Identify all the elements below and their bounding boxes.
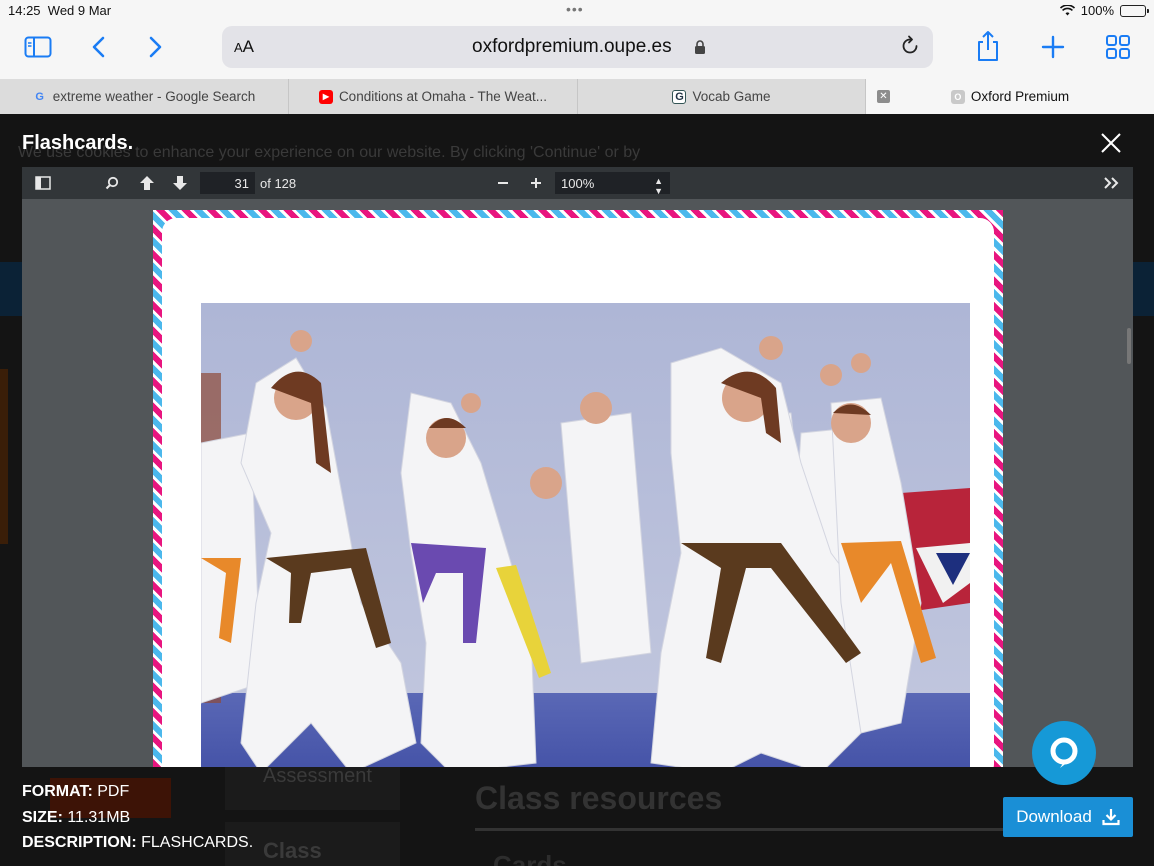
page-number-input[interactable]: 31	[200, 172, 255, 194]
size-info: SIZE: 11.31MB	[22, 809, 130, 827]
status-bar: 14:25 Wed 9 Mar ••• 100%	[0, 0, 1154, 22]
tab-title: Vocab Game	[692, 89, 771, 104]
address-bar[interactable]: AA oxfordpremium.oupe.es	[222, 26, 933, 68]
tab-title: Oxford Premium	[970, 89, 1070, 104]
bg-orange-bar	[0, 369, 8, 544]
google-icon: G	[35, 90, 44, 103]
sidebar-panel-icon[interactable]	[35, 167, 51, 199]
tab-vocab-game[interactable]: G Vocab Game	[578, 79, 866, 114]
battery-icon	[1120, 4, 1149, 17]
flashcard-page	[153, 210, 1003, 767]
browser-toolbar: AA oxfordpremium.oupe.es	[0, 22, 1154, 79]
zoom-select[interactable]: 100% ▲ ▼	[555, 172, 670, 196]
bg-sidebar-item-2: Class	[263, 838, 322, 863]
description-value: FLASHCARDS.	[141, 834, 254, 851]
bg-subheading: Cards	[493, 850, 567, 866]
battery-percent: 100%	[1080, 3, 1114, 18]
tab-title: Conditions at Omaha - The Weat...	[338, 89, 548, 104]
scrollbar[interactable]	[1127, 328, 1131, 364]
download-icon	[1102, 809, 1120, 826]
format-label: FORMAT:	[22, 783, 93, 800]
lock-icon	[694, 40, 706, 59]
previous-page-icon[interactable]	[139, 167, 155, 199]
modal-title: Flashcards.	[22, 132, 134, 154]
reader-options-button[interactable]: AA	[234, 37, 254, 57]
pdf-toolbar: 31 of 128 100% ▲ ▼	[22, 167, 1133, 199]
karate-photo	[201, 303, 970, 767]
download-button[interactable]: Download	[1003, 797, 1133, 837]
download-label: Download	[1016, 807, 1092, 826]
tab-overview-icon[interactable]	[1105, 34, 1131, 60]
multitasking-dots[interactable]: •••	[566, 1, 584, 17]
close-modal-icon[interactable]	[1100, 132, 1122, 159]
back-icon[interactable]	[90, 35, 106, 59]
forward-icon[interactable]	[148, 35, 164, 59]
size-label: SIZE:	[22, 809, 63, 826]
page-count: of 128	[260, 176, 297, 191]
description-info: DESCRIPTION: FLASHCARDS.	[22, 834, 253, 852]
format-info: FORMAT: PDF	[22, 783, 129, 801]
zoom-out-icon[interactable]	[497, 167, 509, 199]
wifi-icon	[1059, 5, 1075, 16]
search-icon[interactable]	[105, 167, 119, 199]
url-text[interactable]: oxfordpremium.oupe.es	[472, 36, 672, 58]
bg-heading: Class resources	[475, 780, 723, 816]
description-label: DESCRIPTION:	[22, 834, 137, 851]
oxford-icon: O	[950, 89, 965, 104]
bg-heading-underline	[475, 828, 1035, 831]
zoom-value: 100%	[561, 176, 595, 191]
sidebar-toggle-icon[interactable]	[24, 35, 52, 59]
chat-icon	[1050, 737, 1078, 768]
reload-icon[interactable]	[899, 35, 921, 62]
youtube-icon: ▶	[318, 89, 333, 104]
tab-bar: G extreme weather - Google Search ▶ Cond…	[0, 79, 1154, 114]
status-time: 14:25 Wed 9 Mar	[8, 3, 112, 18]
tab-conditions-omaha[interactable]: ▶ Conditions at Omaha - The Weat...	[289, 79, 578, 114]
close-tab-icon[interactable]: ✕	[877, 90, 890, 103]
tab-title: extreme weather - Google Search	[52, 89, 256, 104]
status-right: 100%	[1059, 3, 1149, 18]
vocab-game-icon: G	[672, 89, 687, 104]
share-icon[interactable]	[975, 30, 1001, 62]
chevron-updown-icon: ▲ ▼	[654, 176, 663, 196]
zoom-in-icon[interactable]	[530, 167, 542, 199]
format-value: PDF	[97, 783, 130, 800]
flashcard	[162, 218, 994, 767]
tab-extreme-weather[interactable]: G extreme weather - Google Search	[0, 79, 289, 114]
size-value: 11.31MB	[67, 809, 131, 826]
page-content: We use cookies to enhance your experienc…	[0, 114, 1154, 866]
bg-sidebar-item: Assessment	[263, 765, 372, 787]
chat-button[interactable]	[1032, 721, 1096, 785]
tab-oxford-premium[interactable]: ✕ O Oxford Premium	[866, 79, 1154, 114]
more-tools-icon[interactable]	[1103, 167, 1119, 199]
pdf-viewer: 31 of 128 100% ▲ ▼	[22, 167, 1133, 767]
new-tab-icon[interactable]	[1041, 35, 1065, 59]
next-page-icon[interactable]	[172, 167, 188, 199]
